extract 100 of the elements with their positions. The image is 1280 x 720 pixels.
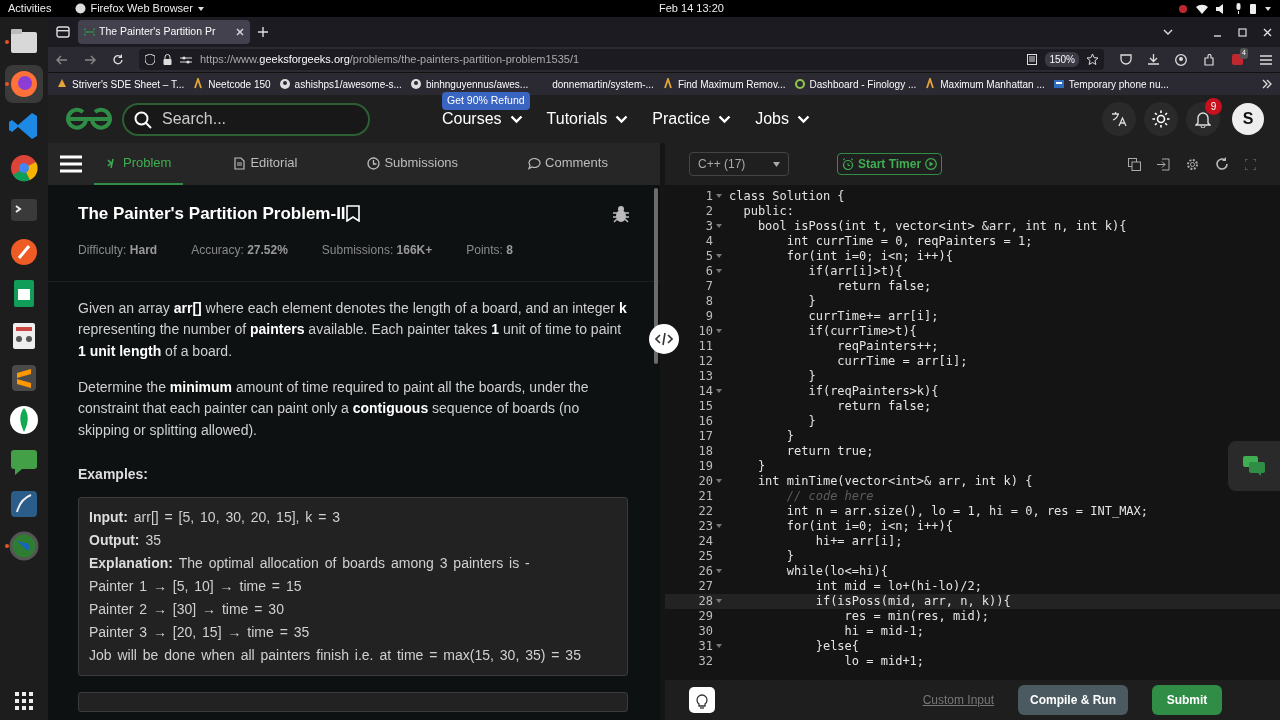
tab[interactable]: Submissions	[355, 143, 471, 185]
code-line: while(lo<=hi){	[785, 564, 888, 579]
code-line: currTime+= arr[i];	[807, 309, 939, 324]
activities-button[interactable]: Activities	[8, 0, 52, 17]
code-line: }	[785, 429, 795, 444]
line-number: 6	[704, 264, 713, 279]
line-number: 10	[697, 324, 713, 339]
line-number: 21	[697, 489, 713, 504]
line-number: 28	[697, 594, 713, 609]
code-line: hi = mid-1;	[843, 624, 925, 639]
notification-count: 9	[1205, 98, 1222, 115]
code-line: return true;	[785, 444, 874, 459]
line-number: 17	[697, 429, 713, 444]
code-line: public:	[742, 204, 795, 219]
code-line: hi+= arr[i];	[814, 534, 903, 549]
submit-button[interactable]: Submit	[1152, 685, 1222, 715]
line-number: 32	[697, 654, 713, 669]
line-number: 15	[697, 399, 713, 414]
nav-menu[interactable]: Courses	[442, 107, 523, 131]
code-line: int minTime(vector<int>& arr, int k) {	[756, 474, 1033, 489]
promo-badge[interactable]: Get 90% Refund	[442, 92, 530, 110]
language-dropdown[interactable]: C++ (17)	[689, 152, 789, 176]
example-text: Job will be done when all painters finish i.e. at time = max(15, 30, 35) = 35	[89, 645, 582, 665]
start-timer-button[interactable]: Start Timer	[837, 153, 943, 175]
bookmark-item[interactable]: Striver's SDE Sheet – T...	[56, 76, 185, 92]
code-line: int n = arr.size(), lo = 1, hi = 0, res = INT_MAX;	[785, 504, 1149, 519]
line-number: 13	[697, 369, 713, 384]
example-text: Painter 2 → [30] → time = 30	[89, 599, 285, 619]
bookmark-item[interactable]: binhnguyennus/awes...	[409, 76, 529, 92]
line-number: 8	[704, 294, 713, 309]
line-number: 18	[697, 444, 713, 459]
example-text: Explanation: The optimal allocation of boards among 3 painters is -	[89, 553, 531, 573]
line-number: 16	[697, 414, 713, 429]
tab[interactable]: Comments	[516, 143, 620, 185]
code-line: currTime = arr[i];	[836, 354, 968, 369]
compile-run-button[interactable]: Compile & Run	[1018, 685, 1128, 715]
code-line: if(reqPainters>k){	[807, 384, 939, 399]
stat-text: Difficulty: Hard	[78, 241, 158, 259]
browser-tab[interactable]: The Painter's Partition Pr	[78, 20, 250, 44]
description-text: Determine the minimum amount of time required to paint all the boards, under the constraint that each painter can paint only a contiguous sequence of boards (no skipping or splitting allowed).	[78, 377, 590, 440]
code-line: bool isPoss(int t, vector<int> &arr, int n, int k){	[756, 219, 1127, 234]
example-text: Input: arr[] = [5, 10, 30, 20, 15], k = 3	[89, 507, 342, 527]
code-line: }else{	[814, 639, 860, 654]
user-avatar[interactable]: S	[1232, 103, 1264, 135]
code-line: if(isPoss(mid, arr, n, k)){	[814, 594, 1011, 609]
code-line: }	[807, 369, 816, 384]
line-number: 30	[697, 624, 713, 639]
line-number: 29	[697, 609, 713, 624]
code-line: }	[807, 414, 816, 429]
line-number: 25	[697, 549, 713, 564]
nav-menu[interactable]: Practice	[652, 107, 732, 131]
tab[interactable]: Editorial	[221, 143, 310, 185]
line-number: 27	[697, 579, 713, 594]
bookmark-item[interactable]: Dashboard - Finology ...	[793, 76, 917, 92]
line-number: 22	[697, 504, 713, 519]
code-line: reqPainters++;	[836, 339, 939, 354]
line-number: 4	[704, 234, 713, 249]
bookmark-item[interactable]: Find Maximum Remov...	[661, 76, 786, 92]
code-line: }	[785, 549, 795, 564]
line-number: 9	[704, 309, 713, 324]
code-line: if(arr[i]>t){	[807, 264, 903, 279]
code-line: int mid = lo+(hi-lo)/2;	[814, 579, 982, 594]
code-line: if(currTime>t){	[807, 324, 917, 339]
line-number: 24	[697, 534, 713, 549]
line-number: 31	[697, 639, 713, 654]
nav-menu[interactable]: Jobs	[755, 107, 810, 131]
line-number: 7	[704, 279, 713, 294]
tab[interactable]: Problem	[94, 143, 184, 185]
example-text: Painter 3 → [20, 15] → time = 35	[89, 622, 311, 642]
line-number: 1	[704, 189, 713, 204]
bookmark-item[interactable]: Temporary phone nu...	[1052, 76, 1169, 92]
line-number: 2	[704, 204, 713, 219]
bookmark-item[interactable]: ashishps1/awesome-s...	[278, 76, 402, 92]
nav-menu[interactable]: Tutorials	[546, 107, 629, 131]
zoom-level-button[interactable]: 150%	[1045, 52, 1079, 67]
bookmark-item[interactable]: Neetcode 150	[192, 76, 271, 92]
code-line: }	[807, 294, 816, 309]
bookmark-item[interactable]: donnemartin/system-...	[536, 76, 654, 92]
search-field[interactable]: Search...	[122, 102, 370, 136]
line-number: 23	[697, 519, 713, 534]
example-text: Output: 35	[89, 530, 162, 550]
code-line: int currTime = 0, reqPainters = 1;	[785, 234, 1033, 249]
line-number: 5	[704, 249, 713, 264]
line-number: 3	[704, 219, 713, 234]
stat-text: Accuracy: 27.52%	[191, 241, 288, 259]
app-menu[interactable]: Firefox Web Browser	[90, 0, 193, 17]
address-bar[interactable]: https://www.geeksforgeeks.org/problems/the-painters-partition-problem1535/1 150%	[139, 49, 1104, 70]
custom-input-link[interactable]: Custom Input	[922, 691, 994, 709]
line-number: 26	[697, 564, 713, 579]
stat-text: Points: 8	[466, 241, 513, 259]
code-line: }	[756, 459, 766, 474]
bookmark-item[interactable]: Maximum Manhattan ...	[924, 76, 1045, 92]
code-line: // code here	[785, 489, 874, 504]
stat-text: Submissions: 166K+	[321, 241, 433, 259]
clock[interactable]: Feb 14 13:20	[659, 0, 724, 17]
code-line: for(int i=0; i<n; i++){	[785, 519, 953, 534]
code-line: return false;	[836, 279, 932, 294]
url-text: https://www.geeksforgeeks.org/problems/the-painters-partition-problem1535/1	[200, 52, 580, 68]
line-number: 11	[697, 339, 713, 354]
description-text: Given an array arr[] where each element denotes the length of a board, and an integer k representing the number of painters available. Each painter takes 1 unit of time to paint 1 unit length of a board.	[78, 298, 628, 361]
